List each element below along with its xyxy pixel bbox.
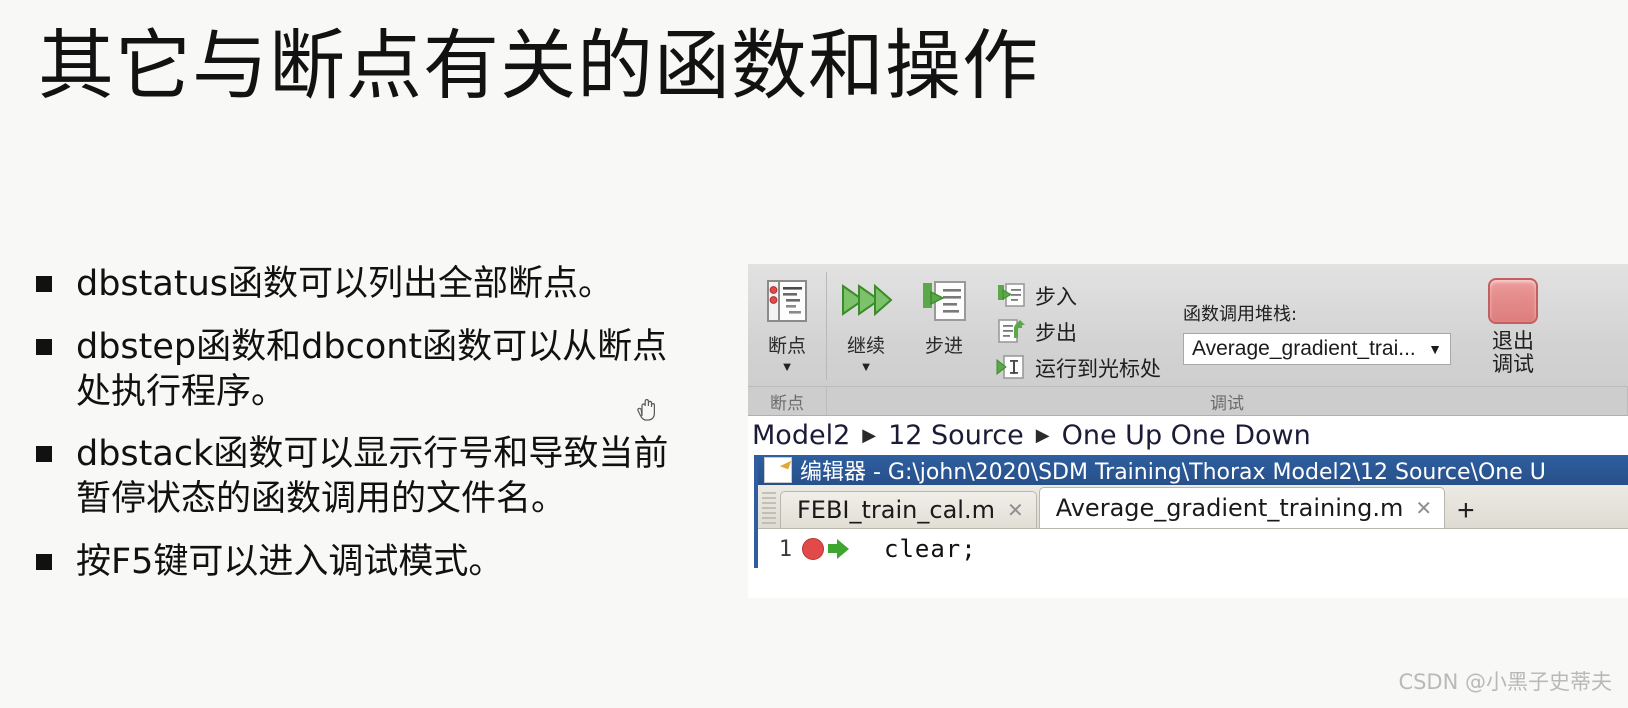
list-item: 按F5键可以进入调试模式。 <box>36 540 696 585</box>
step-button[interactable]: 步进 <box>905 270 983 358</box>
bullet-square-icon <box>36 276 52 292</box>
execution-arrow-icon <box>828 539 850 559</box>
stop-square-icon <box>1488 278 1538 324</box>
step-out-icon <box>995 317 1027 347</box>
hand-cursor-icon <box>636 398 658 424</box>
step-in-label: 步入 <box>1035 285 1077 309</box>
exit-debug-label-line2: 调试 <box>1492 351 1534 376</box>
debug-ribbon: 断点 ▼ 继续 ▼ 步进 步入 步出 运行到光标处 函数调用堆栈: Averag… <box>748 264 1628 416</box>
continue-play-icon <box>837 276 895 326</box>
editor-title-bar: 编辑器 - G:\john\2020\SDM Training\Thorax M… <box>758 455 1628 485</box>
continue-label: 继续 <box>846 335 885 357</box>
list-item: dbstatus函数可以列出全部断点。 <box>36 262 696 307</box>
step-in-icon <box>995 281 1027 311</box>
bullet-square-icon <box>36 553 52 570</box>
editor-document-icon <box>764 457 792 483</box>
call-stack-dropdown[interactable]: Average_gradient_trai... ▼ <box>1183 333 1451 365</box>
group-label-debug: 调试 <box>827 387 1628 415</box>
call-stack-group: 函数调用堆栈: Average_gradient_trai... ▼ <box>1183 270 1451 365</box>
step-in-button[interactable]: 步入 <box>991 278 1165 314</box>
bullet-text: dbstack函数可以显示行号和导致当前暂停状态的函数调用的文件名。 <box>76 434 669 520</box>
tab-bar-grip[interactable] <box>762 492 776 526</box>
breadcrumb-item-model2[interactable]: Model2 <box>752 420 850 451</box>
tab-average-gradient-training[interactable]: Average_gradient_training.m ✕ <box>1038 487 1446 528</box>
breadcrumb: Model2 ▶ 12 Source ▶ One Up One Down <box>748 416 1628 455</box>
step-out-label: 步出 <box>1035 321 1077 345</box>
breadcrumb-item-12-source[interactable]: 12 Source <box>888 420 1024 451</box>
breakpoints-button[interactable]: 断点 ▼ <box>748 270 826 373</box>
line-number: 1 <box>778 536 792 562</box>
tab-label: Average_gradient_training.m <box>1055 494 1404 522</box>
csdn-watermark: CSDN @小黑子史蒂夫 <box>1398 670 1612 694</box>
breadcrumb-item-one-up-one-down[interactable]: One Up One Down <box>1062 420 1311 451</box>
bullet-text: 按F5键可以进入调试模式。 <box>76 541 504 582</box>
group-label-breakpoints: 断点 <box>748 387 827 415</box>
run-to-cursor-icon <box>995 353 1027 383</box>
continue-button[interactable]: 继续 ▼ <box>827 270 905 373</box>
bullet-square-icon <box>36 446 52 463</box>
step-out-button[interactable]: 步出 <box>991 314 1165 350</box>
close-icon[interactable]: ✕ <box>1007 498 1024 523</box>
call-stack-label: 函数调用堆栈: <box>1183 304 1298 325</box>
ribbon-group-labels: 断点 调试 <box>748 386 1628 415</box>
breadcrumb-separator-icon: ▶ <box>862 424 877 445</box>
close-icon[interactable]: ✕ <box>1415 496 1432 521</box>
editor-title-text: 编辑器 - G:\john\2020\SDM Training\Thorax M… <box>800 460 1546 485</box>
bullet-square-icon <box>36 338 52 355</box>
editor-tab-bar: FEBI_train_cal.m ✕ Average_gradient_trai… <box>758 485 1628 529</box>
chevron-down-icon[interactable]: ▼ <box>860 360 873 373</box>
step-over-icon <box>919 276 969 326</box>
add-tab-button[interactable]: + <box>1457 496 1475 526</box>
bullet-list: dbstatus函数可以列出全部断点。 dbstep函数和dbcont函数可以从… <box>36 262 696 603</box>
list-item: dbstack函数可以显示行号和导致当前暂停状态的函数调用的文件名。 <box>36 432 696 522</box>
bullet-text: dbstep函数和dbcont函数可以从断点处执行程序。 <box>76 326 668 412</box>
tab-febi-train-cal[interactable]: FEBI_train_cal.m ✕ <box>780 491 1037 528</box>
editor-window: 编辑器 - G:\john\2020\SDM Training\Thorax M… <box>754 455 1628 569</box>
exit-debug-label-line1: 退出 <box>1492 329 1534 353</box>
debug-small-buttons: 步入 步出 运行到光标处 <box>991 270 1165 386</box>
run-to-cursor-label: 运行到光标处 <box>1035 357 1161 381</box>
run-to-cursor-button[interactable]: 运行到光标处 <box>991 350 1165 386</box>
exit-debug-button[interactable]: 退出 调试 <box>1473 270 1553 375</box>
ribbon-group-breakpoints: 断点 ▼ <box>748 264 826 386</box>
code-editor-area[interactable]: 1 clear; <box>758 529 1628 569</box>
chevron-down-icon: ▼ <box>1428 341 1442 357</box>
breakpoint-dot-icon[interactable] <box>802 538 824 560</box>
list-item: dbstep函数和dbcont函数可以从断点处执行程序。 <box>36 325 696 415</box>
page-title: 其它与断点有关的函数和操作 <box>38 21 1039 110</box>
code-line-text: clear; <box>884 535 977 563</box>
breakpoints-icon <box>764 276 810 326</box>
call-stack-value: Average_gradient_trai... <box>1192 337 1416 360</box>
matlab-screenshot: 断点 ▼ 继续 ▼ 步进 步入 步出 运行到光标处 函数调用堆栈: Averag… <box>748 264 1628 598</box>
ribbon-group-debug: 继续 ▼ 步进 步入 步出 运行到光标处 函数调用堆栈: Average_gra… <box>827 264 1553 386</box>
breadcrumb-separator-icon: ▶ <box>1035 424 1050 445</box>
tab-label: FEBI_train_cal.m <box>797 496 995 524</box>
bullet-text: dbstatus函数可以列出全部断点。 <box>76 264 613 304</box>
breakpoints-label: 断点 <box>767 335 806 357</box>
step-label: 步进 <box>924 335 963 357</box>
chevron-down-icon[interactable]: ▼ <box>781 360 794 373</box>
